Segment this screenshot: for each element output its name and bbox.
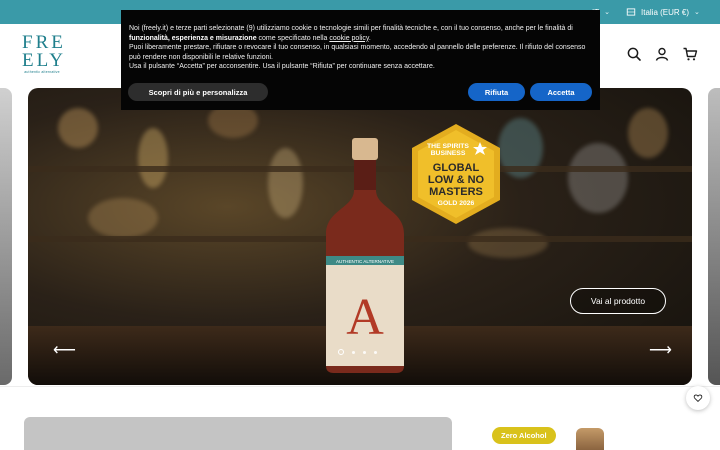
zero-alcohol-badge: Zero Alcohol — [492, 427, 556, 444]
cookie-text-5: Usa il pulsante “Accetta” per acconsenti… — [129, 63, 435, 71]
account-icon[interactable] — [654, 46, 670, 62]
logo-tagline: authentic alternative — [24, 70, 60, 74]
cookie-text-1: Noi (freely.it) e terze parti selezionat… — [129, 25, 573, 32]
section-divider — [0, 386, 720, 387]
product-bottle: AUTHENTIC ALTERNATIVE A — [326, 138, 404, 373]
header-actions — [626, 46, 698, 62]
cookie-text-2: come specificato nella — [256, 34, 330, 42]
pagination-dot[interactable] — [374, 350, 377, 354]
next-slide-peek — [708, 88, 720, 385]
pagination-dot[interactable] — [363, 350, 366, 354]
previous-slide-peek — [0, 88, 12, 385]
cookie-text-4: Puoi liberamente prestare, rifiutare o r… — [129, 44, 586, 61]
cookie-text-paragraph: Noi (freely.it) e terze parti selezionat… — [129, 24, 592, 43]
accept-button[interactable]: Accetta — [530, 83, 592, 101]
cookie-banner: Noi (freely.it) e terze parti selezionat… — [121, 10, 600, 110]
badge-line-6: GOLD 2026 — [438, 200, 475, 207]
badge-line-1: THE SPIRITS — [427, 143, 469, 150]
bottle-label-text: AUTHENTIC ALTERNATIVE — [336, 259, 394, 264]
award-badge: THE SPIRITS BUSINESS GLOBAL LOW & NO MAS… — [412, 124, 500, 224]
prev-arrow-icon[interactable]: ⟵ — [53, 340, 76, 360]
locale-label: Italia (EUR €) — [641, 7, 690, 17]
chevron-down-icon: ⌄ — [694, 9, 700, 16]
badge-line-4: LOW & NO — [428, 174, 485, 186]
badge-line-3: GLOBAL — [433, 162, 480, 174]
cart-icon[interactable] — [682, 46, 698, 62]
cookie-policy-link[interactable]: cookie policy — [329, 35, 369, 42]
badge-line-2: BUSINESS — [431, 150, 466, 157]
cookie-text-3: . — [368, 34, 371, 42]
carousel-pagination — [338, 349, 377, 355]
view-product-button[interactable]: Vai al prodotto — [570, 288, 666, 314]
product-thumbnail[interactable] — [576, 428, 604, 450]
pagination-dot[interactable] — [338, 349, 344, 355]
heart-icon — [693, 394, 703, 403]
flag-icon — [626, 8, 636, 16]
wishlist-floating-button[interactable] — [686, 386, 710, 410]
freely-logo[interactable]: FRE ELY authentic alternative — [22, 33, 67, 78]
cookie-text-bold: funzionalità, esperienza e misurazione — [129, 34, 257, 42]
next-arrow-icon[interactable]: ⟶ — [649, 340, 672, 360]
badge-line-5: MASTERS — [429, 186, 483, 198]
search-icon[interactable] — [626, 46, 642, 62]
learn-more-customize-button[interactable]: Scopri di più e personalizza — [128, 83, 268, 101]
hero-carousel: AUTHENTIC ALTERNATIVE A THE SPIRITS BUSI… — [28, 88, 692, 385]
chevron-down-icon: ⌄ — [604, 9, 610, 16]
featured-image-placeholder — [24, 417, 452, 450]
locale-selector[interactable]: Italia (EUR €) ⌄ — [626, 0, 700, 24]
reject-button[interactable]: Rifiuta — [468, 83, 525, 101]
bottle-letter: A — [346, 289, 384, 346]
logo-line-2: ELY — [22, 50, 67, 71]
pagination-dot[interactable] — [352, 350, 355, 354]
